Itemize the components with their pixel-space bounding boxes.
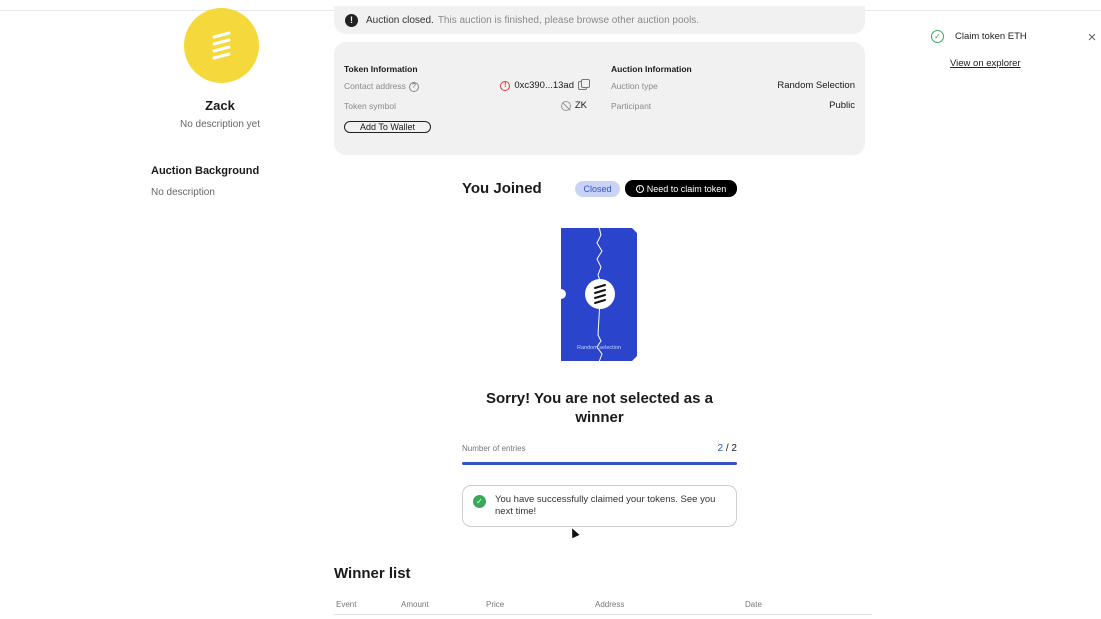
avatar: [184, 8, 259, 83]
contact-address-value: ! 0xc390...13ad: [500, 79, 590, 91]
status-badge: Closed: [575, 181, 620, 197]
token-symbol-label: Token symbol: [344, 101, 396, 111]
column-header-event: Event: [336, 600, 357, 609]
info-card: Token Information Contact address? ! 0xc…: [334, 42, 865, 155]
close-icon[interactable]: ×: [1085, 30, 1099, 45]
auction-background-title: Auction Background: [151, 165, 260, 177]
participant-label: Participant: [611, 101, 652, 111]
entries-count: 2 / 2: [680, 443, 737, 454]
you-joined-title: You Joined: [462, 180, 542, 197]
contact-address-label: Contact address?: [344, 81, 419, 92]
auction-background-description: No description: [151, 187, 215, 198]
entries-progress-fill: [462, 462, 737, 465]
auction-info-header: Auction Information: [611, 64, 692, 74]
token-info-header: Token Information: [344, 64, 418, 74]
winner-table-header: Event Amount Price Address Date: [334, 600, 872, 615]
entries-progress-bar: [462, 462, 737, 465]
auction-type-value: Random Selection: [777, 80, 855, 91]
auction-type-label: Auction type: [611, 81, 658, 91]
token-symbol-value: ZK: [560, 100, 587, 111]
column-header-address: Address: [595, 600, 625, 609]
help-icon[interactable]: ?: [408, 81, 419, 92]
token-symbol-text: ZK: [574, 100, 587, 111]
banner-text: This auction is finished, please browse …: [437, 14, 700, 26]
profile-name: Zack: [205, 98, 235, 113]
contact-address-text: 0xc390...13ad: [514, 80, 574, 91]
view-on-explorer-link[interactable]: View on explorer: [950, 58, 1021, 69]
need-claim-badge[interactable]: i Need to claim token: [625, 180, 737, 197]
add-to-wallet-button[interactable]: Add To Wallet: [344, 121, 431, 133]
result-message: Sorry! You are not selected as a winner: [485, 390, 714, 426]
mouse-cursor: [568, 526, 580, 539]
entries-total: / 2: [723, 443, 737, 454]
copy-icon[interactable]: [578, 79, 590, 90]
warning-icon: !: [345, 13, 358, 27]
check-circle-icon: ✓: [931, 30, 944, 43]
column-header-price: Price: [486, 600, 505, 609]
column-header-date: Date: [745, 600, 762, 609]
entries-label: Number of entries: [462, 444, 526, 453]
winner-list-title: Winner list: [334, 565, 411, 582]
banner-strong-text: Auction closed.: [366, 14, 434, 26]
ticket-label: Random selection: [576, 345, 622, 351]
claim-success-box: ✓ You have successfully claimed your tok…: [462, 485, 737, 527]
participant-value: Public: [829, 100, 855, 111]
profile-description: No description yet: [179, 119, 261, 130]
need-claim-text: Need to claim token: [646, 183, 727, 194]
alert-icon: !: [500, 80, 511, 91]
column-header-amount: Amount: [401, 600, 429, 609]
check-circle-icon: ✓: [473, 495, 486, 508]
auction-closed-banner: ! Auction closed. This auction is finish…: [334, 6, 865, 34]
zk-logo-icon: [212, 31, 230, 59]
contact-address-label-text: Contact address: [344, 81, 406, 91]
toast-title: Claim token ETH: [955, 31, 1027, 42]
claim-success-text: You have successfully claimed your token…: [495, 494, 716, 517]
info-icon: i: [635, 184, 644, 193]
ticket-illustration: [561, 227, 637, 362]
no-image-icon: [560, 100, 571, 111]
